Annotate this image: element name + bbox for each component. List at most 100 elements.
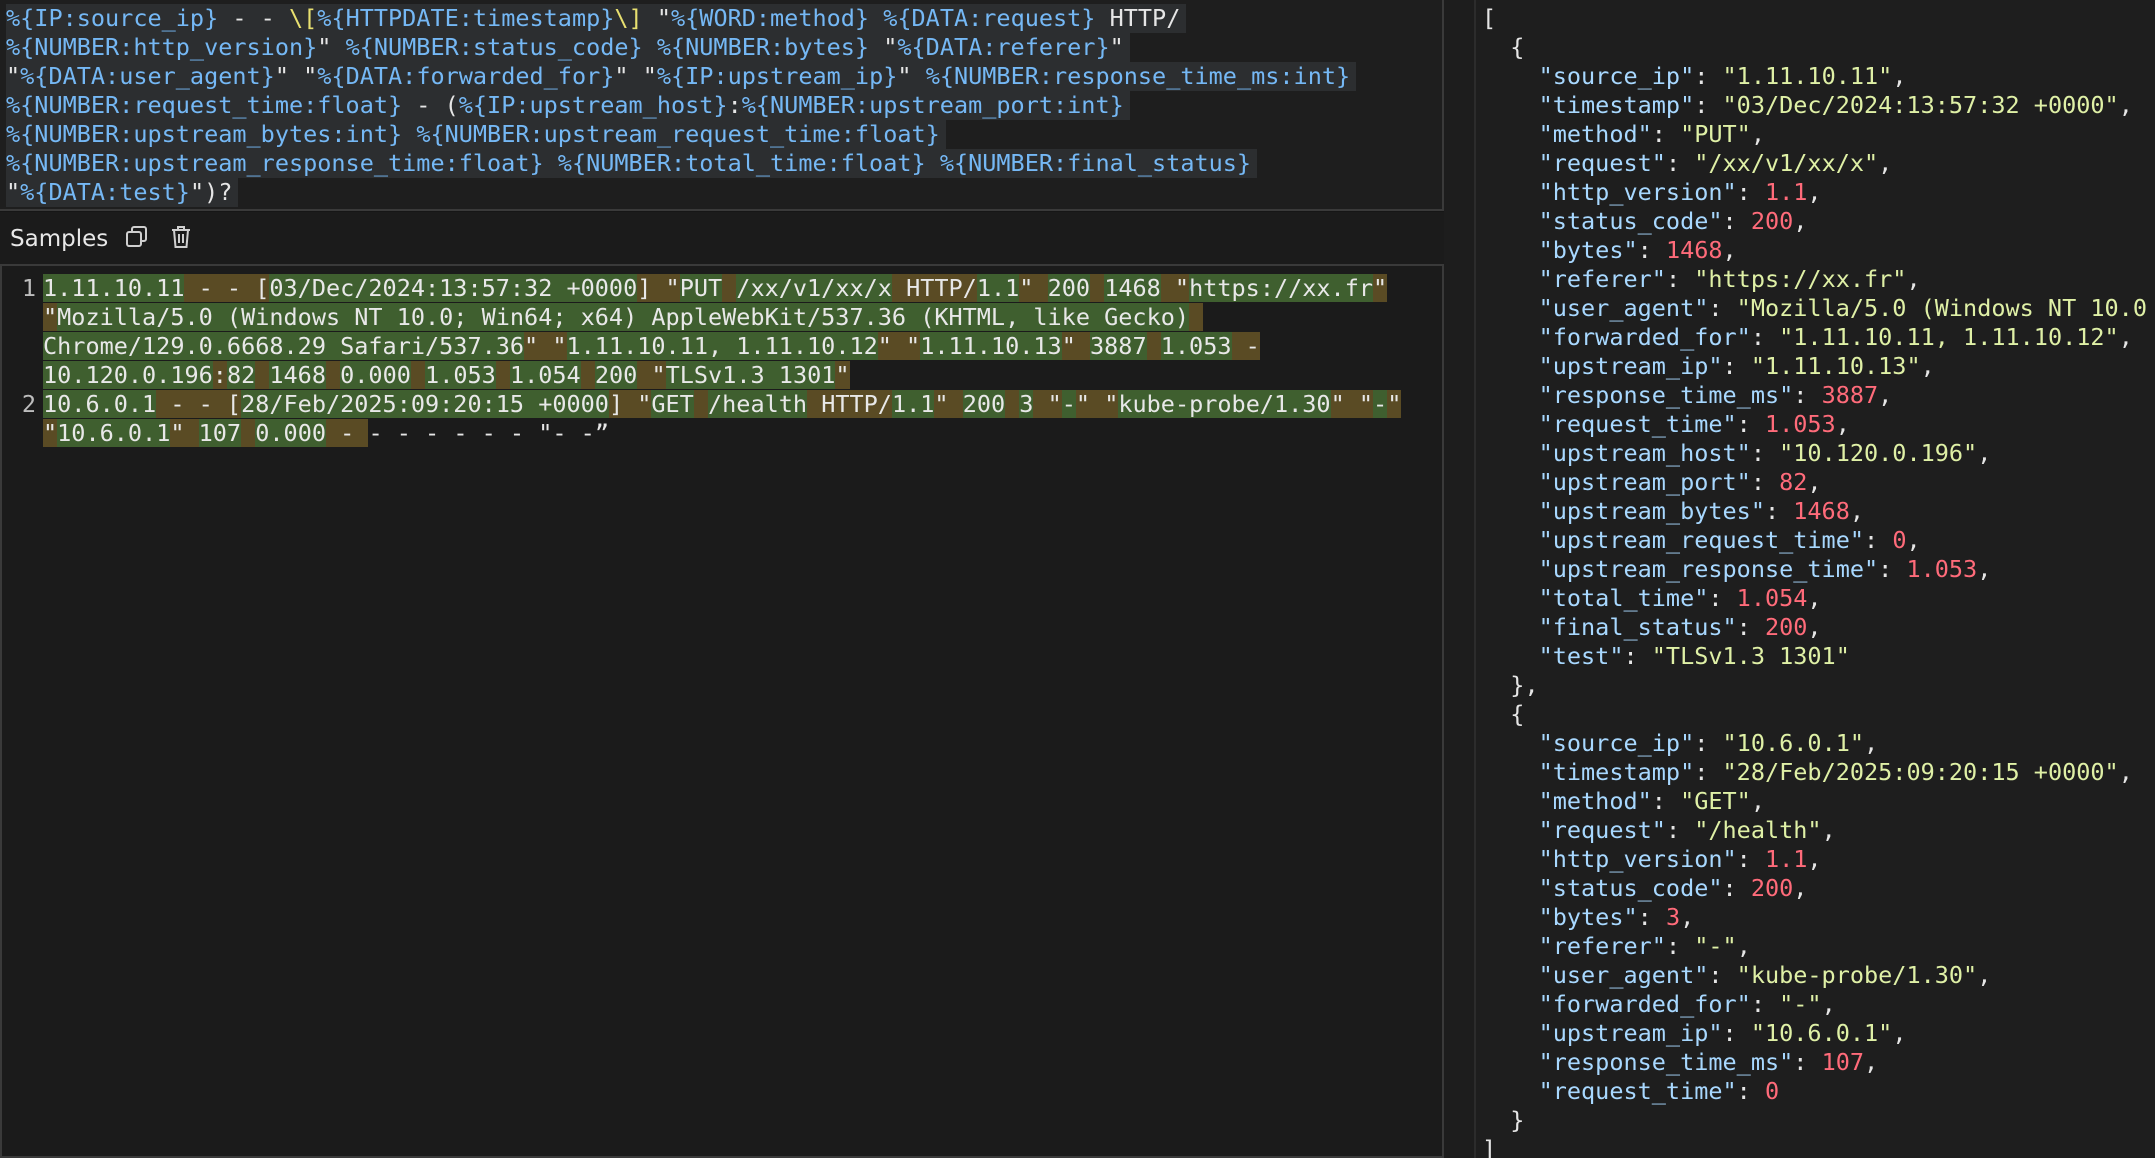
token: "request" [1538,149,1666,177]
token: " [43,303,58,331]
json-line: "user_agent": "kube-probe/1.30", [1482,961,1992,990]
token: %{NUMBER:final_status} [939,149,1252,177]
token: 1468 [269,361,326,389]
token: , [1807,584,1822,612]
json-line: "upstream_host": "10.120.0.196", [1482,439,1992,468]
token: "upstream_request_time" [1538,526,1865,554]
token: 200 [1750,207,1794,235]
token: %{DATA:referer} [897,33,1110,61]
grok-pattern-editor[interactable]: %{IP:source_ip} - - \[%{HTTPDATE:timesta… [0,0,1444,211]
token: "/xx/v1/xx/x" [1694,149,1879,177]
token: : [727,91,742,119]
token: , [1878,381,1893,409]
token: %{IP:source_ip} [6,4,219,32]
token: " " [1330,390,1374,418]
token: "forwarded_for" [1538,323,1751,351]
token: %{NUMBER:upstream_response_time:float} [6,149,544,177]
token [693,390,708,418]
token: "upstream_port" [1538,468,1751,496]
json-line: { [1482,700,1524,729]
token: : [1722,352,1751,380]
token: %{WORD:method} [671,4,870,32]
token: , [1807,613,1822,641]
token: " [934,390,963,418]
pattern-line: "%{DATA:test}")? [6,178,239,207]
token: "method" [1538,787,1652,815]
pattern-line: %{NUMBER:upstream_response_time:float} %… [6,149,1258,178]
token: "status_code" [1538,874,1723,902]
token: : [1623,642,1652,670]
token [241,419,256,447]
token: " [1061,332,1090,360]
token: %{NUMBER:total_time:float} [557,149,926,177]
json-line: "method": "GET", [1482,787,1765,816]
token: , [1878,149,1893,177]
token: HTTP/ [891,274,977,302]
token: : [1694,729,1723,757]
token: "method" [1538,120,1652,148]
token: " [642,4,671,32]
token: https://xx.fr [1189,274,1374,302]
token [722,274,737,302]
token: "source_ip" [1538,62,1695,90]
token: " [1387,390,1402,418]
sample-line: 10.6.0.1 - - [28/Feb/2025:09:20:15 +0000… [43,390,1402,419]
pattern-line: "%{DATA:user_agent}" "%{DATA:forwarded_f… [6,62,1357,91]
token: " [317,33,346,61]
json-line: "final_status": 200, [1482,613,1822,642]
token: [ [1482,4,1497,32]
token: : [1793,381,1822,409]
token: "https://xx.fr" [1694,265,1907,293]
json-line: "request": "/health", [1482,816,1836,845]
token: , [1750,787,1765,815]
token: 1468 [1665,236,1723,264]
token: : [1694,758,1723,786]
token: ] [1482,1135,1497,1158]
json-line: } [1482,1106,1524,1135]
json-line: "upstream_request_time": 0, [1482,526,1921,555]
token: /health [708,390,808,418]
token: " [637,361,666,389]
copy-icon[interactable] [124,224,150,250]
token: 0.000 [340,361,411,389]
token: : [1736,845,1765,873]
token: , [1807,178,1822,206]
token: , [1821,990,1836,1018]
token: %{DATA:request} [883,4,1096,32]
token: , [1807,845,1822,873]
token: " " [1075,390,1119,418]
token: , [1906,265,1921,293]
json-line: "forwarded_for": "1.11.10.11, 1.11.10.12… [1482,323,2133,352]
token: "10.6.0.1" [1750,1019,1893,1047]
token: "http_version" [1538,178,1737,206]
trash-icon[interactable] [168,224,194,250]
token: , [2118,91,2133,119]
json-line: "upstream_bytes": 1468, [1482,497,1864,526]
token: 200 [1047,274,1091,302]
token: , [1807,468,1822,496]
json-line: "user_agent": "Mozilla/5.0 (Windows NT 1… [1482,294,2147,323]
token: 200 [594,361,638,389]
token [1189,303,1204,331]
token: : [1764,497,1794,525]
json-line: "status_code": 200, [1482,207,1808,236]
token: - [1373,390,1388,418]
token: 1.053 [1906,555,1978,583]
json-line: { [1482,33,1524,62]
left-pane: %{IP:source_ip} - - \[%{HTTPDATE:timesta… [0,0,1444,1158]
token: , [1750,120,1765,148]
samples-editor[interactable]: 1 1.11.10.11 - - [03/Dec/2024:13:57:32 +0… [0,264,1444,1158]
sample-line: "10.6.0.1" 107 0.000 - - - - - - - "- -” [43,419,609,448]
